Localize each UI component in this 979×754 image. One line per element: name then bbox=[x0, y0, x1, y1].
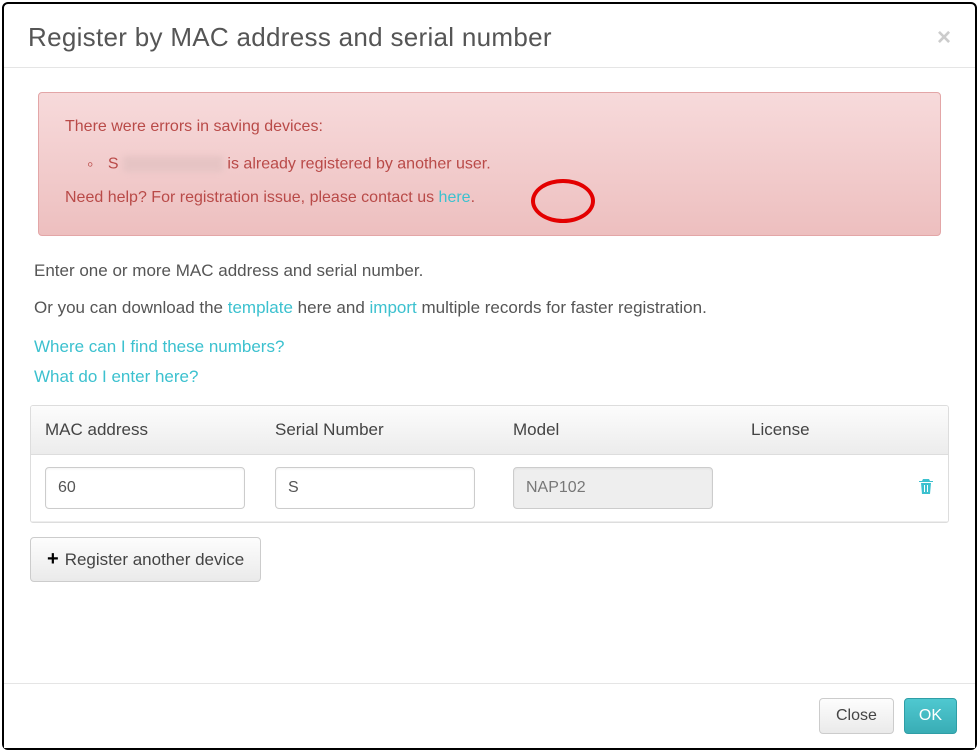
modal-header: Register by MAC address and serial numbe… bbox=[4, 4, 975, 68]
help-prefix: Need help? For registration issue, pleas… bbox=[65, 189, 439, 206]
template-link[interactable]: template bbox=[228, 298, 293, 317]
error-item-suffix: is already registered by another user. bbox=[227, 155, 490, 172]
model-value: NAP102 bbox=[526, 479, 586, 497]
mac-value-prefix: 60 bbox=[58, 479, 76, 497]
add-button-label: Register another device bbox=[65, 550, 245, 570]
table-row: 60 S NAP102 bbox=[31, 455, 948, 522]
instr2-a: Or you can download the bbox=[34, 298, 228, 317]
what-enter-here-link[interactable]: What do I enter here? bbox=[34, 367, 945, 387]
close-button[interactable]: Close bbox=[819, 698, 894, 734]
table-header-row: MAC address Serial Number Model License bbox=[31, 406, 948, 455]
redacted-serial bbox=[123, 156, 223, 172]
instruction-line-1: Enter one or more MAC address and serial… bbox=[34, 256, 945, 287]
error-alert: There were errors in saving devices: S i… bbox=[38, 92, 941, 236]
instr2-b: here and bbox=[293, 298, 370, 317]
th-license: License bbox=[751, 420, 884, 440]
mac-input[interactable]: 60 bbox=[45, 467, 245, 509]
model-input: NAP102 bbox=[513, 467, 713, 509]
modal-title: Register by MAC address and serial numbe… bbox=[28, 22, 552, 53]
error-item: S is already registered by another user. bbox=[87, 148, 914, 180]
where-find-numbers-link[interactable]: Where can I find these numbers? bbox=[34, 337, 945, 357]
error-serial-prefix: S bbox=[108, 155, 119, 172]
modal-body: There were errors in saving devices: S i… bbox=[4, 68, 975, 683]
close-icon[interactable]: × bbox=[937, 26, 951, 50]
trash-icon[interactable] bbox=[918, 479, 934, 499]
help-links: Where can I find these numbers? What do … bbox=[34, 337, 945, 387]
th-model: Model bbox=[513, 420, 751, 440]
ok-button[interactable]: OK bbox=[904, 698, 957, 734]
instruction-line-2: Or you can download the template here an… bbox=[34, 293, 945, 324]
error-intro: There were errors in saving devices: bbox=[65, 113, 914, 142]
error-help-line: Need help? For registration issue, pleas… bbox=[65, 184, 914, 213]
help-suffix: . bbox=[471, 189, 475, 206]
th-serial: Serial Number bbox=[275, 420, 513, 440]
modal-footer: Close OK bbox=[4, 683, 975, 748]
device-table: MAC address Serial Number Model License … bbox=[30, 405, 949, 523]
instr2-c: multiple records for faster registration… bbox=[417, 298, 707, 317]
register-device-modal: Register by MAC address and serial numbe… bbox=[2, 2, 977, 750]
th-mac: MAC address bbox=[45, 420, 275, 440]
serial-input[interactable]: S bbox=[275, 467, 475, 509]
register-another-button[interactable]: + Register another device bbox=[30, 537, 261, 582]
th-actions bbox=[884, 420, 934, 440]
plus-icon: + bbox=[47, 548, 59, 571]
serial-value-prefix: S bbox=[288, 479, 299, 497]
import-link[interactable]: import bbox=[370, 298, 417, 317]
contact-here-link[interactable]: here bbox=[439, 189, 471, 206]
